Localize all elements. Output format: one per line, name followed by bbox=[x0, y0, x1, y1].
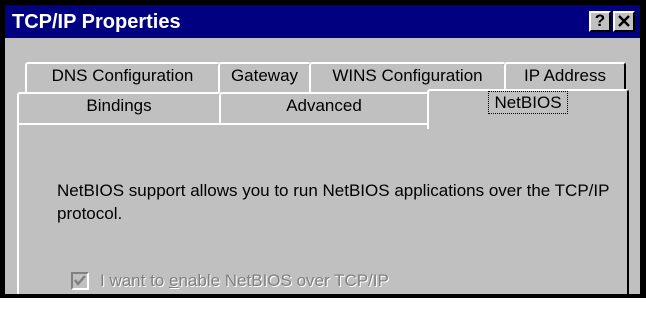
screenshot-border: TCP/IP Properties ? DNS Configuration Ga… bbox=[0, 0, 646, 298]
tab-dns-configuration[interactable]: DNS Configuration bbox=[25, 62, 220, 96]
window-title: TCP/IP Properties bbox=[12, 11, 181, 33]
label-suffix: nable NetBIOS over TCP/IP bbox=[178, 271, 389, 290]
tab-netbios[interactable]: NetBIOS bbox=[427, 89, 629, 129]
tab-label: Advanced bbox=[286, 96, 362, 115]
close-icon bbox=[615, 15, 633, 27]
enable-netbios-checkbox[interactable] bbox=[71, 272, 89, 290]
tab-bindings[interactable]: Bindings bbox=[17, 92, 221, 126]
tab-label: NetBIOS bbox=[488, 91, 568, 114]
enable-netbios-label[interactable]: I want to enable NetBIOS over TCP/IP bbox=[100, 269, 389, 292]
tab-gateway[interactable]: Gateway bbox=[218, 62, 311, 96]
netbios-description: NetBIOS support allows you to run NetBIO… bbox=[57, 181, 610, 223]
title-bar[interactable]: TCP/IP Properties ? bbox=[5, 5, 640, 38]
help-button[interactable]: ? bbox=[589, 11, 611, 32]
tab-advanced[interactable]: Advanced bbox=[219, 92, 429, 126]
close-button[interactable] bbox=[613, 11, 635, 32]
tcpip-properties-dialog: TCP/IP Properties ? DNS Configuration Ga… bbox=[5, 5, 640, 294]
tab-label: Gateway bbox=[230, 66, 299, 85]
tab-label: IP Address bbox=[524, 66, 606, 85]
help-icon: ? bbox=[594, 11, 606, 30]
tab-label: WINS Configuration bbox=[332, 66, 483, 85]
tab-label: DNS Configuration bbox=[51, 66, 194, 85]
tab-label: Bindings bbox=[86, 96, 152, 115]
checkmark-icon bbox=[74, 275, 86, 286]
label-prefix: I want to bbox=[100, 271, 169, 290]
